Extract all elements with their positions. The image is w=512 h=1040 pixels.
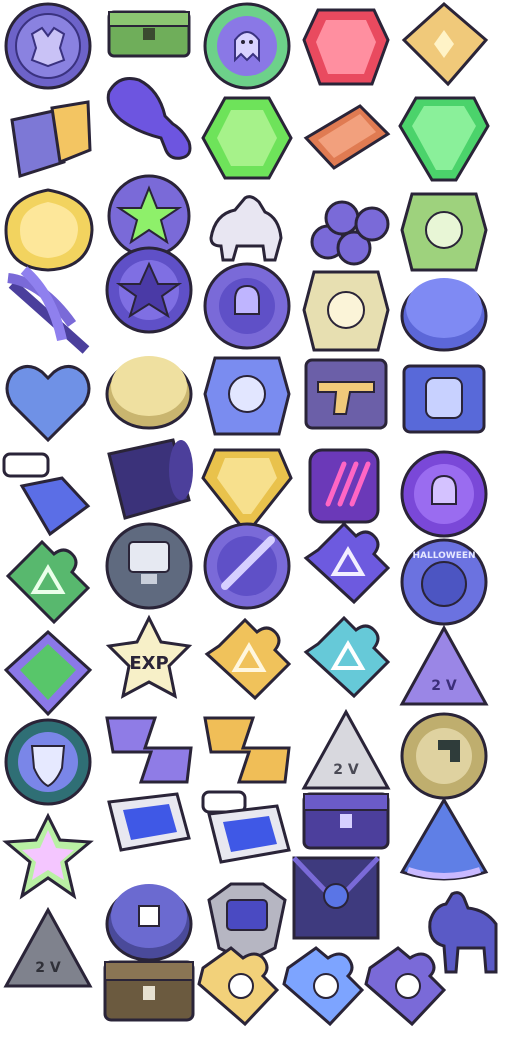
halloween-label: HALLOWEEN: [412, 551, 475, 561]
pistol-card-icon: [300, 348, 392, 440]
halloween-coin-icon: HALLOWEEN: [398, 536, 490, 628]
gold-bucket-icon: [2, 92, 94, 184]
sprite-sheet: HALLOWEEN EXP 2 V 2 V 2 V: [0, 0, 512, 1027]
green-diamond-card-icon: [2, 628, 94, 720]
tan-tower-badge-icon: [300, 264, 392, 356]
envelope-badge-icon: [290, 852, 382, 944]
blue-tower-badge-icon: [201, 348, 293, 440]
green-puzzle-piece-icon: [2, 536, 94, 628]
monitor-coin-icon: [103, 520, 195, 612]
grey-triangle-tag-icon: 2 V: [2, 902, 94, 994]
drumstick-icon: [103, 72, 195, 164]
yellow-teardrop-gem-icon: [2, 184, 94, 276]
purple-puzzle-piece-icon: [300, 518, 392, 610]
dragon-coin-icon: [2, 0, 94, 92]
green-hex-gem-icon: [201, 92, 293, 184]
arrow-coin-icon: [398, 710, 490, 802]
wrench-coin-icon: [201, 520, 293, 612]
shield-coin-icon: [2, 716, 94, 808]
ghost-orb-icon: [201, 0, 293, 92]
tier-label: 2 V: [35, 960, 61, 976]
gold-diamond-icon: [201, 440, 293, 532]
star-coin-icon: [103, 244, 195, 336]
tier-label: 2 V: [431, 678, 457, 694]
spotlight-icon: [103, 786, 195, 878]
dark-barrel-icon: [103, 430, 195, 522]
orange-cash-stack-icon: [300, 92, 392, 184]
blue-gear-puzzle-icon: [278, 938, 370, 1030]
spotlight-bonus-icon: [201, 786, 293, 878]
tier-label: 2 V: [333, 762, 359, 778]
purple-triangle-tag-icon: 2 V: [398, 620, 490, 712]
purple-lightning-icon: [103, 704, 195, 796]
skull-coin-icon: [201, 260, 293, 352]
blue-rune-coin-icon: [398, 264, 490, 356]
lavender-bundle-icon: [2, 264, 94, 356]
gold-rune-coin-icon: [103, 340, 195, 432]
purple-logs-icon: [300, 184, 392, 276]
watermelon-slice-icon: [398, 796, 490, 888]
gold-lightning-icon: [201, 704, 293, 796]
blue-heart-icon: [2, 356, 94, 448]
wood-chest-icon: [103, 948, 195, 1040]
gold-gear-puzzle-icon: [193, 938, 285, 1030]
red-gem-icon: [300, 0, 392, 92]
prism-star-icon: [2, 812, 94, 904]
exp-label: EXP: [129, 653, 168, 674]
gold-ticket-icon: [398, 0, 490, 92]
green-crystal-icon: [398, 92, 490, 184]
exp-star-icon: EXP: [103, 612, 195, 704]
blue-crystal-shards-icon: [2, 446, 94, 538]
purple-gear-puzzle-icon: [360, 938, 452, 1030]
fist-card-icon: [398, 356, 490, 448]
gold-puzzle-piece-icon: [201, 614, 293, 706]
cyan-puzzle-piece-icon: [300, 612, 392, 704]
green-tower-badge-icon: [398, 184, 490, 276]
skull-token-icon: [398, 448, 490, 540]
